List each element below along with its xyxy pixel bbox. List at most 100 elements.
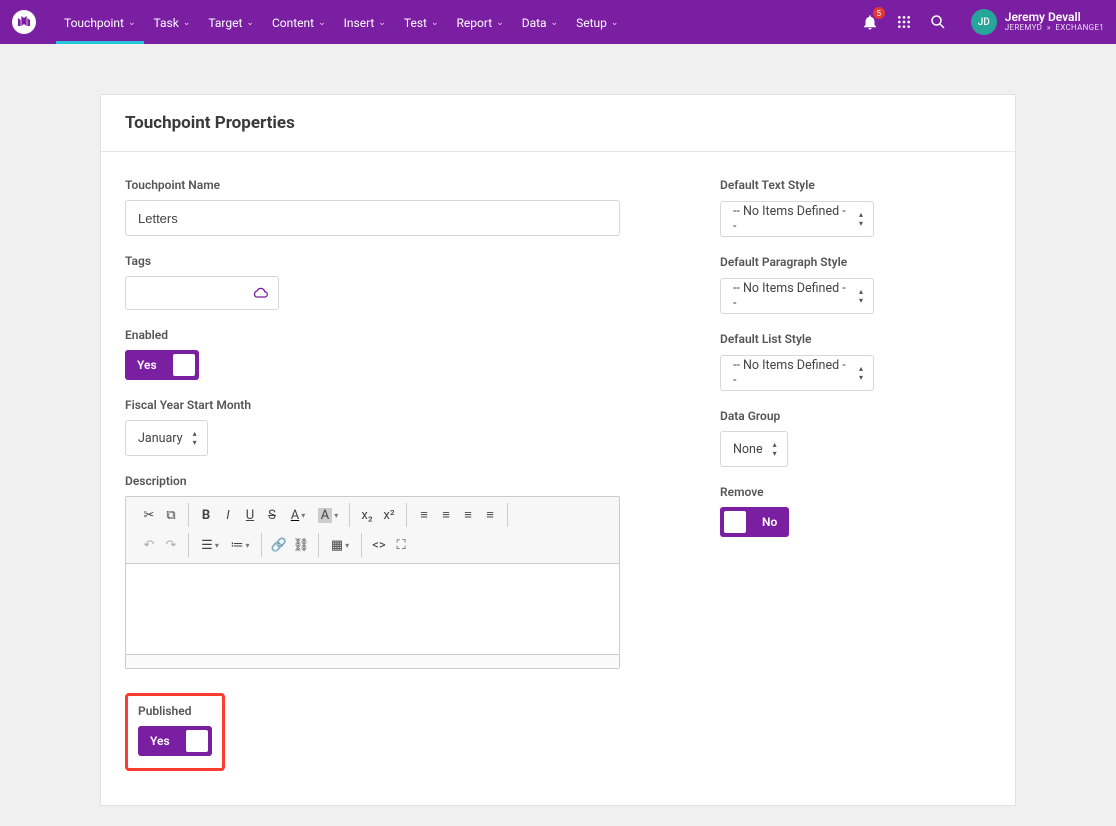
select-value: January [138,431,183,446]
list-style-select[interactable]: -- No Items Defined -- ▴▾ [720,355,874,391]
rte-toolbar: ✂ ⧉ B I U S A A [126,497,619,564]
stepper-icon: ▴▾ [859,211,863,228]
source-button[interactable]: <> [368,533,390,557]
nav-target[interactable]: Target⌄ [200,2,262,42]
copy-button[interactable]: ⧉ [160,503,182,527]
text-color-button[interactable]: A [283,503,313,527]
text-style-select[interactable]: -- No Items Defined -- ▴▾ [720,201,874,237]
page-title: Touchpoint Properties [125,113,991,133]
data-group-label: Data Group [720,409,970,423]
remove-toggle[interactable]: No [720,507,789,537]
enabled-toggle[interactable]: Yes [125,350,199,380]
fullscreen-button[interactable]: ⛶ [390,533,412,557]
nav-test[interactable]: Test⌄ [396,2,447,42]
properties-card: Touchpoint Properties Touchpoint Name Ta… [100,94,1016,806]
highlight-button[interactable]: A [313,503,343,527]
published-highlight: Published Yes [125,693,225,771]
toggle-knob [186,730,208,752]
link-button[interactable]: 🔗 [268,533,290,557]
search-icon [929,13,947,31]
toggle-knob [173,354,195,376]
description-textarea[interactable] [126,564,619,654]
bold-button[interactable]: B [195,503,217,527]
nav-content[interactable]: Content⌄ [264,2,334,42]
remove-label: Remove [720,485,970,499]
user-text: Jeremy Devall JEREMYD » EXCHANGE1 [1005,11,1104,33]
redo-button[interactable]: ↷ [160,533,182,557]
published-toggle[interactable]: Yes [138,726,212,756]
description-label: Description [125,474,620,488]
data-group-select[interactable]: None ▴▾ [720,431,788,467]
chevron-down-icon: ⌄ [551,18,559,28]
toggle-knob [724,511,746,533]
select-value: -- No Items Defined -- [733,358,849,388]
stepper-icon: ▴▾ [773,441,777,458]
number-list-button[interactable]: ≔ [225,533,255,557]
name-label: Touchpoint Name [125,178,620,192]
cut-button[interactable]: ✂ [138,503,160,527]
chevron-down-icon: ⌄ [378,18,386,28]
stepper-icon: ▴▾ [193,430,197,447]
notification-badge: 5 [873,7,885,19]
toggle-label: No [750,515,789,529]
strike-button[interactable]: S [261,503,283,527]
chevron-down-icon: ⌄ [318,18,326,28]
para-style-label: Default Paragraph Style [720,255,970,269]
user-sub: JEREMYD » EXCHANGE1 [1005,24,1104,33]
description-editor: ✂ ⧉ B I U S A A [125,496,620,669]
list-style-label: Default List Style [720,332,970,346]
enabled-label: Enabled [125,328,620,342]
notifications-button[interactable]: 5 [861,13,879,31]
touchpoint-name-input[interactable] [125,200,620,236]
app-logo[interactable] [12,10,36,34]
cloud-icon [252,287,268,299]
tags-label: Tags [125,254,620,268]
unlink-button[interactable]: ⛓ [290,533,312,557]
published-label: Published [138,704,212,718]
nav-report[interactable]: Report⌄ [449,2,512,42]
user-menu[interactable]: JD Jeremy Devall JEREMYD » EXCHANGE1 [971,9,1104,35]
toggle-label: Yes [125,358,169,372]
bullet-list-button[interactable]: ☰ [195,533,225,557]
nav-touchpoint[interactable]: Touchpoint⌄ [56,2,144,42]
top-nav: Touchpoint⌄ Task⌄ Target⌄ Content⌄ Inser… [0,0,1116,44]
text-style-label: Default Text Style [720,178,970,192]
chevron-down-icon: ⌄ [128,18,136,28]
align-center-button[interactable]: ≡ [435,503,457,527]
align-justify-button[interactable]: ≡ [479,503,501,527]
chevron-down-icon: ⌄ [431,18,439,28]
table-button[interactable]: ▦ [325,533,355,557]
undo-button[interactable]: ↶ [138,533,160,557]
rte-resize-handle[interactable] [126,654,619,668]
nav-task[interactable]: Task⌄ [146,2,199,42]
grid-icon [896,14,912,30]
select-value: -- No Items Defined -- [733,281,849,311]
chevron-down-icon: ⌄ [183,18,191,28]
stepper-icon: ▴▾ [859,288,863,305]
search-button[interactable] [929,13,947,31]
nav-setup[interactable]: Setup⌄ [568,2,626,42]
nav-insert[interactable]: Insert⌄ [336,2,394,42]
tags-input[interactable] [125,276,279,310]
subscript-button[interactable]: x₂ [356,503,378,527]
logo-icon [16,14,32,30]
superscript-button[interactable]: x² [378,503,400,527]
select-value: None [733,442,763,457]
select-value: -- No Items Defined -- [733,204,849,234]
para-style-select[interactable]: -- No Items Defined -- ▴▾ [720,278,874,314]
chevron-down-icon: ⌄ [611,18,619,28]
fiscal-month-select[interactable]: January ▴▾ [125,420,208,456]
italic-button[interactable]: I [217,503,239,527]
fiscal-label: Fiscal Year Start Month [125,398,620,412]
nav-right: 5 JD Jeremy Devall JEREMYD » EXCHANGE1 [861,9,1104,35]
align-right-button[interactable]: ≡ [457,503,479,527]
apps-button[interactable] [895,13,913,31]
nav-items: Touchpoint⌄ Task⌄ Target⌄ Content⌄ Inser… [56,2,861,42]
underline-button[interactable]: U [239,503,261,527]
align-left-button[interactable]: ≡ [413,503,435,527]
toggle-label: Yes [138,734,182,748]
avatar: JD [971,9,997,35]
card-header: Touchpoint Properties [101,95,1015,152]
nav-data[interactable]: Data⌄ [514,2,566,42]
chevron-down-icon: ⌄ [496,18,504,28]
